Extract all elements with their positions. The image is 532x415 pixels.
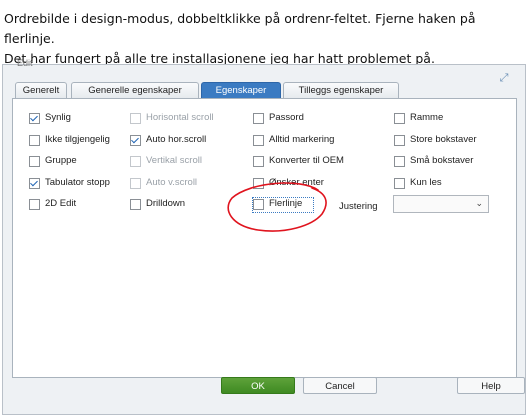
- checkbox-label: Flerlinje: [269, 198, 303, 209]
- checkbox-box[interactable]: [29, 113, 40, 124]
- checkbox-label: Vertikal scroll: [146, 155, 202, 166]
- checkbox-box: [130, 156, 141, 167]
- checkbox-label: Tabulator stopp: [45, 177, 110, 188]
- checkbox-box[interactable]: [253, 156, 264, 167]
- checkbox-label: Passord: [269, 112, 304, 123]
- checkbox-label: Synlig: [45, 112, 71, 123]
- checkbox-label: Gruppe: [45, 155, 77, 166]
- checkbox-box[interactable]: [130, 199, 141, 210]
- auto-v-scroll-checkbox: Auto v.scroll: [130, 177, 206, 191]
- checkbox-box[interactable]: [394, 135, 405, 146]
- checkbox-box[interactable]: [253, 178, 264, 189]
- flerlinje-checkbox[interactable]: Flerlinje: [252, 197, 314, 213]
- synlig-checkbox[interactable]: Synlig: [29, 112, 71, 126]
- passord-checkbox[interactable]: Passord: [253, 112, 313, 126]
- checkbox-label: Alltid markering: [269, 134, 335, 145]
- instruction-line-1: Ordrebilde i design-modus, dobbeltklikke…: [4, 11, 476, 46]
- checkbox-label: Horisontal scroll: [146, 112, 214, 123]
- checkbox-box[interactable]: [29, 199, 40, 210]
- properties-panel: Synlig Ikke tilgjengelig Gruppe Tabulato…: [12, 98, 517, 378]
- tabulator-stopp-checkbox[interactable]: Tabulator stopp: [29, 177, 119, 191]
- checkbox-label: Auto v.scroll: [146, 177, 198, 188]
- checkbox-box[interactable]: [394, 156, 405, 167]
- dialog-title: Edit: [17, 58, 33, 68]
- checkbox-box[interactable]: [29, 178, 40, 189]
- checkbox-box: [130, 178, 141, 189]
- checkbox-label: Ikke tilgjengelig: [45, 134, 110, 145]
- checkbox-label: Store bokstaver: [410, 134, 477, 145]
- 2d-edit-checkbox[interactable]: 2D Edit: [29, 198, 89, 212]
- kun-les-checkbox[interactable]: Kun les: [394, 177, 454, 191]
- onsker-enter-checkbox[interactable]: Ønsker enter: [253, 177, 333, 191]
- konverter-til-oem-checkbox[interactable]: Konverter til OEM: [253, 155, 349, 169]
- sma-bokstaver-checkbox[interactable]: Små bokstaver: [394, 155, 480, 169]
- checkbox-box: [130, 113, 141, 124]
- checkbox-box[interactable]: [130, 135, 141, 146]
- drilldown-checkbox[interactable]: Drilldown: [130, 198, 200, 212]
- ok-button[interactable]: OK: [221, 377, 295, 394]
- checkbox-box[interactable]: [29, 135, 40, 146]
- auto-hor-scroll-checkbox[interactable]: Auto hor.scroll: [130, 134, 214, 148]
- instruction-text: Ordrebilde i design-modus, dobbeltklikke…: [4, 9, 528, 69]
- cancel-button[interactable]: Cancel: [303, 377, 377, 394]
- vertikal-scroll-checkbox: Vertikal scroll: [130, 155, 214, 169]
- checkbox-box[interactable]: [253, 113, 264, 124]
- edit-dialog: Edit ⤢ Generelt Generelle egenskaper Ege…: [2, 58, 526, 415]
- checkbox-label: Kun les: [410, 177, 442, 188]
- checkbox-label: Konverter til OEM: [269, 155, 344, 166]
- checkbox-label: 2D Edit: [45, 198, 77, 209]
- horisontal-scroll-checkbox: Horisontal scroll: [130, 112, 220, 126]
- maximize-icon[interactable]: ⤢: [495, 71, 513, 85]
- checkbox-label: Auto hor.scroll: [146, 134, 207, 145]
- gruppe-checkbox[interactable]: Gruppe: [29, 155, 89, 169]
- tab-generelt[interactable]: Generelt: [15, 82, 67, 98]
- ramme-checkbox[interactable]: Ramme: [394, 112, 454, 126]
- justering-label: Justering: [339, 201, 378, 212]
- tab-generelle-egenskaper[interactable]: Generelle egenskaper: [71, 82, 199, 98]
- checkbox-box[interactable]: [29, 156, 40, 167]
- chevron-down-icon[interactable]: ⌄: [475, 198, 483, 209]
- checkbox-label: Ønsker enter: [269, 177, 324, 188]
- checkbox-box[interactable]: [394, 178, 405, 189]
- tab-egenskaper[interactable]: Egenskaper: [201, 82, 281, 98]
- store-bokstaver-checkbox[interactable]: Store bokstaver: [394, 134, 484, 148]
- checkbox-box[interactable]: [253, 199, 264, 210]
- checkbox-box[interactable]: [394, 113, 405, 124]
- tab-tilleggs-egenskaper[interactable]: Tilleggs egenskaper: [283, 82, 399, 98]
- checkbox-label: Drilldown: [146, 198, 186, 209]
- checkbox-label: Små bokstaver: [410, 155, 474, 166]
- help-button[interactable]: Help: [457, 377, 525, 394]
- checkbox-box[interactable]: [253, 135, 264, 146]
- checkbox-label: Ramme: [410, 112, 444, 123]
- alltid-markering-checkbox[interactable]: Alltid markering: [253, 134, 343, 148]
- justering-select[interactable]: ⌄: [393, 195, 489, 213]
- ikke-tilgjengelig-checkbox[interactable]: Ikke tilgjengelig: [29, 134, 113, 148]
